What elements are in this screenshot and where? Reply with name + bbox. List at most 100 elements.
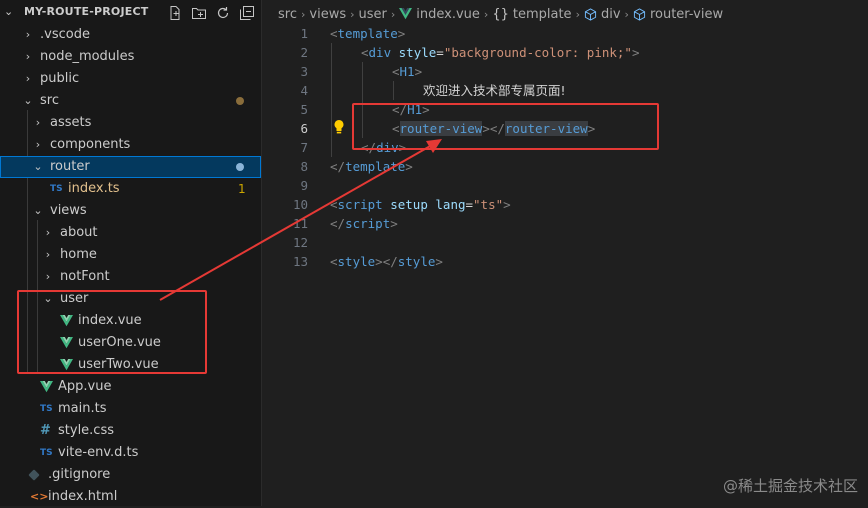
code-token: </ (330, 216, 346, 231)
editor-area: src › views › user › index.vue › {} temp… (262, 0, 868, 506)
code-token: div (368, 45, 392, 60)
tree-item-about[interactable]: › about (0, 222, 261, 244)
annotation-box-user-folder (17, 290, 207, 374)
code-indent-guide (393, 81, 394, 100)
breadcrumb-item[interactable]: user (359, 7, 387, 22)
tree-item-index-ts[interactable]: TS index.ts 1 (0, 178, 261, 200)
tree-item-app-vue[interactable]: App.vue (0, 376, 261, 398)
chevron-right-icon: › (350, 7, 355, 21)
tree-item-vscode[interactable]: › .vscode (0, 24, 261, 46)
breadcrumb-label: router-view (649, 6, 724, 22)
code-line[interactable]: 欢迎进入技术部专属页面! (423, 81, 566, 100)
code-token: = (436, 45, 444, 60)
breadcrumb-item[interactable]: views (309, 7, 346, 22)
breadcrumb-item[interactable]: div (584, 7, 621, 22)
tree-item-notfont[interactable]: › notFont (0, 266, 261, 288)
chevron-right-icon: › (45, 226, 51, 239)
chevron-down-icon: ⌄ (33, 204, 43, 217)
code-token: < (330, 254, 338, 269)
code-token: H1 (399, 64, 415, 79)
code-token: style (337, 254, 376, 269)
line-number: 10 (292, 197, 308, 212)
tree-item-index-html[interactable]: <> index.html (0, 486, 261, 508)
chevron-down-icon[interactable]: ⌄ (4, 5, 18, 19)
breadcrumb-item[interactable]: src (278, 7, 297, 22)
chevron-right-icon: › (35, 138, 41, 151)
tree-item-label: notFont (60, 269, 110, 284)
tree-item-style-css[interactable]: # style.css (0, 420, 261, 442)
tree-item-assets[interactable]: › assets (0, 112, 261, 134)
chevron-right-icon: › (45, 270, 51, 283)
line-number: 8 (300, 159, 308, 174)
code-token: < (330, 197, 338, 212)
watermark: @稀土掘金技术社区 (722, 477, 858, 495)
code-line[interactable]: </script> (330, 214, 398, 233)
tree-item-label: .gitignore (48, 467, 111, 482)
tree-item-home[interactable]: › home (0, 244, 261, 266)
code-line[interactable]: <style></style> (330, 252, 443, 271)
chevron-right-icon: › (25, 72, 31, 85)
typescript-file-icon: TS (40, 404, 53, 414)
line-number: 13 (292, 254, 308, 269)
explorer-header[interactable]: ⌄ MY-ROUTE-PROJECT (0, 0, 261, 26)
lightbulb-icon[interactable] (332, 119, 346, 135)
line-number: 3 (300, 64, 308, 79)
chevron-right-icon: › (624, 7, 629, 21)
vue-file-icon (399, 8, 413, 20)
line-number: 1 (300, 26, 308, 41)
breadcrumb-label: src (278, 6, 297, 22)
braces-icon: {} (492, 6, 509, 22)
refresh-icon[interactable] (214, 4, 232, 22)
tree-item-main-ts[interactable]: TS main.ts (0, 398, 261, 420)
tree-item-gitignore[interactable]: .gitignore (0, 464, 261, 486)
tree-item-label: src (40, 93, 59, 108)
tree-item-node-modules[interactable]: › node_modules (0, 46, 261, 68)
line-number: 11 (292, 216, 308, 231)
code-token: = (465, 197, 474, 212)
code-token: < (361, 45, 369, 60)
code-token: template (337, 26, 398, 41)
code-token: > (414, 64, 423, 79)
code-line[interactable]: </template> (330, 157, 413, 176)
code-token: > (405, 159, 413, 174)
new-file-icon[interactable] (166, 4, 184, 22)
tree-item-label: home (60, 247, 97, 262)
code-token: < (392, 64, 400, 79)
tree-item-label: views (50, 203, 87, 218)
explorer-sidebar: ⌄ MY-ROUTE-PROJECT › .vscode › node_modules… (0, 0, 262, 506)
code-line[interactable]: <template> (330, 24, 405, 43)
code-line[interactable]: <div style="background-color: pink;"> (361, 43, 640, 62)
collapse-all-icon[interactable] (238, 4, 256, 22)
tree-item-views[interactable]: ⌄ views (0, 200, 261, 222)
tree-item-public[interactable]: › public (0, 68, 261, 90)
breadcrumb-item[interactable]: {} template (492, 7, 571, 22)
line-number: 5 (300, 102, 308, 117)
line-number: 12 (292, 235, 308, 250)
chevron-right-icon: › (390, 7, 396, 21)
code-token: style (398, 45, 437, 60)
problem-count-badge: 1 (238, 182, 246, 196)
tree-item-label: vite-env.d.ts (58, 445, 139, 460)
code-line[interactable]: <H1> (392, 62, 422, 81)
code-token: lang (435, 197, 466, 212)
breadcrumb-label: views (309, 6, 347, 22)
code-token: "ts" (473, 197, 504, 212)
tree-item-components[interactable]: › components (0, 134, 261, 156)
code-token: > (631, 45, 640, 60)
chevron-right-icon: › (25, 28, 31, 41)
new-folder-icon[interactable] (190, 4, 208, 22)
tree-item-src[interactable]: ⌄ src (0, 90, 261, 112)
tree-item-label: index.ts (68, 181, 120, 196)
breadcrumb-item[interactable]: router-view (633, 7, 723, 22)
breadcrumb-label: template (512, 6, 572, 22)
tree-item-label: about (60, 225, 98, 240)
code-token: "background-color: pink;" (443, 45, 632, 60)
code-token: template (345, 159, 406, 174)
tree-item-router[interactable]: ⌄ router (0, 156, 261, 178)
tree-item-vite-env-d-ts[interactable]: TS vite-env.d.ts (0, 442, 261, 464)
css-file-icon: # (40, 423, 51, 438)
line-number: 7 (300, 140, 308, 155)
code-line[interactable]: <script setup lang="ts"> (330, 195, 511, 214)
breadcrumb-item[interactable]: index.vue (399, 7, 480, 22)
tree-item-label: App.vue (58, 379, 112, 394)
